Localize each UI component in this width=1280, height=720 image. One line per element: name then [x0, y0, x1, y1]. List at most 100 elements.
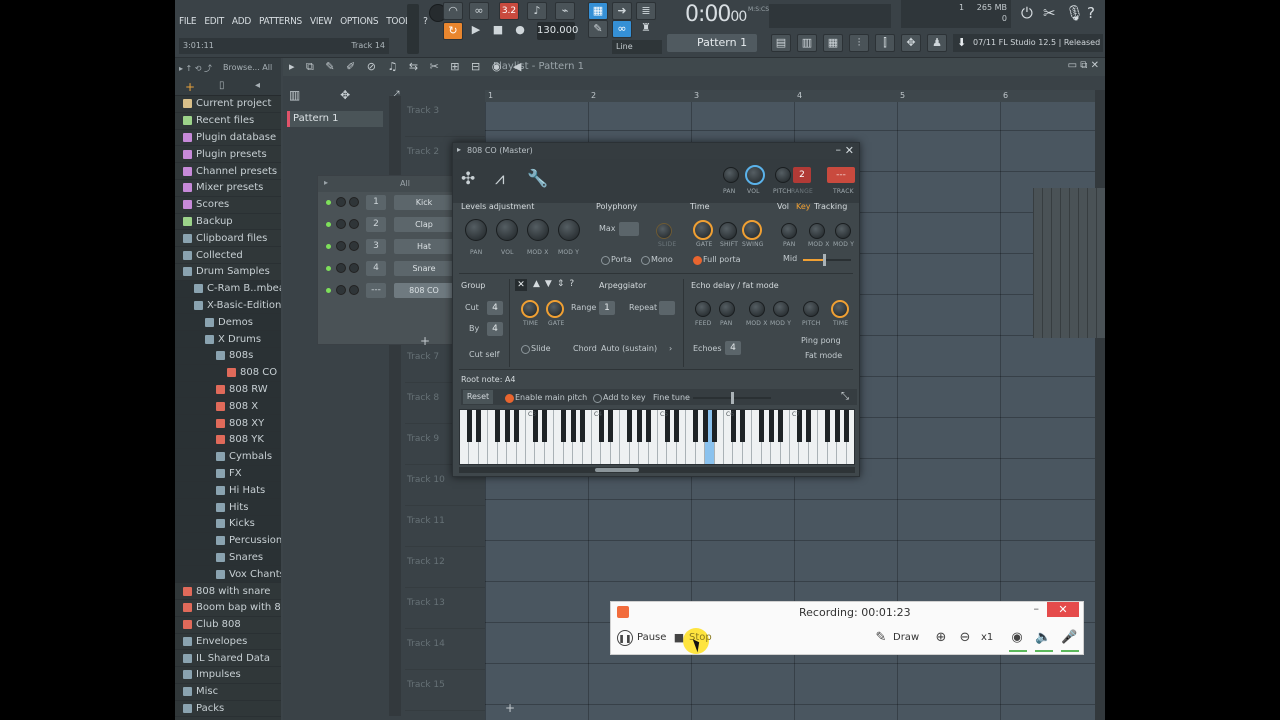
track-header[interactable]: Track 3	[405, 96, 487, 137]
levels-modx-knob[interactable]	[527, 219, 549, 241]
black-key[interactable]	[693, 410, 699, 442]
zoom-in-icon[interactable]: ⊕	[933, 630, 949, 646]
recorder-close-icon[interactable]: ✕	[1047, 602, 1079, 617]
browser-item[interactable]: Scores	[175, 197, 281, 214]
channel-filter[interactable]: All	[400, 179, 410, 188]
channel-pan-knob[interactable]	[336, 263, 346, 273]
brush-icon[interactable]: ✎	[588, 20, 608, 38]
wait-icon[interactable]: ⌁	[555, 2, 575, 20]
echo-feed-knob[interactable]	[695, 301, 711, 317]
help-icon[interactable]: ?	[1087, 4, 1095, 22]
channel-mixer-track[interactable]: 1	[366, 195, 386, 210]
black-key[interactable]	[570, 410, 576, 442]
arp-off-icon[interactable]: ✕	[515, 279, 527, 291]
channel-pan-knob[interactable]	[336, 285, 346, 295]
browser-item[interactable]: Clipboard files	[175, 230, 281, 248]
channel-name-button[interactable]: Snare	[394, 261, 454, 276]
pause-button[interactable]: Pause	[637, 632, 666, 643]
tracking-tab-tracking[interactable]: Tracking	[814, 202, 847, 211]
arp-time-knob[interactable]	[521, 300, 539, 318]
channel-name-button[interactable]: Kick	[394, 195, 454, 210]
levels-vol-knob[interactable]	[496, 219, 518, 241]
fat-mode-toggle[interactable]: Fat mode	[805, 351, 842, 360]
slide-time-knob[interactable]	[656, 223, 672, 239]
reset-button[interactable]: Reset	[463, 390, 493, 404]
group-by-field[interactable]: 4	[487, 322, 503, 336]
arp-chord-selector[interactable]: Auto (sustain)	[601, 344, 657, 353]
channel-led[interactable]	[326, 266, 331, 271]
channel-row[interactable]: 2 Clap	[318, 214, 454, 236]
ping-pong-toggle[interactable]: Ping pong	[801, 336, 841, 345]
black-key[interactable]	[476, 410, 482, 442]
channel-mixer-track[interactable]: 3	[366, 239, 386, 254]
stop-button[interactable]: ■	[488, 22, 508, 40]
browser-item[interactable]: FX	[175, 465, 281, 483]
channel-rack-icon[interactable]: ▦	[823, 34, 843, 52]
browser-item[interactable]: 808 RW	[175, 381, 281, 399]
black-key[interactable]	[504, 410, 510, 442]
piano-roll-icon[interactable]: ▥	[797, 34, 817, 52]
draw-button[interactable]: Draw	[893, 632, 919, 643]
black-key[interactable]	[636, 410, 642, 442]
metronome-tool-icon[interactable]: ♜	[636, 20, 656, 38]
polyphony-max-field[interactable]	[619, 222, 639, 236]
full-porta-option[interactable]: Full porta	[693, 255, 741, 265]
track-header[interactable]: Track 15	[405, 670, 487, 711]
browser-item[interactable]: Hits	[175, 499, 281, 516]
mixer-settings-icon[interactable]: ✂	[1043, 4, 1056, 22]
channel-pan-knob[interactable]	[336, 219, 346, 229]
channel-row[interactable]: 4 Snare	[318, 258, 454, 280]
arrow-right-icon[interactable]: ➜	[612, 2, 632, 20]
black-key[interactable]	[768, 410, 774, 442]
browser-item[interactable]: IL Shared Data	[175, 650, 281, 668]
menu-item-4[interactable]: VIEW	[310, 16, 332, 27]
snap-selector[interactable]: Line	[612, 40, 662, 54]
browser-item[interactable]: Vox Chants	[175, 566, 281, 584]
stop-button[interactable]: Stop	[689, 632, 712, 643]
tracking-mody-knob[interactable]	[835, 223, 851, 239]
enable-main-pitch-option[interactable]: Enable main pitch	[505, 393, 587, 403]
channel-vol-knob[interactable]	[349, 285, 359, 295]
zoom-out-icon[interactable]: ⊖	[957, 630, 973, 646]
browser-item[interactable]: X-Basic-Edition	[175, 297, 281, 315]
browser-filter-label[interactable]: Browse... All	[223, 63, 272, 72]
channel-vol-knob[interactable]	[349, 219, 359, 229]
pattern-list-item[interactable]: Pattern 1	[287, 111, 383, 127]
plugin-close-icon[interactable]: ✕	[845, 144, 854, 157]
browser-item[interactable]: 808 with snare	[175, 583, 281, 600]
browser-item[interactable]: Channel presets	[175, 163, 281, 180]
black-key[interactable]	[844, 410, 850, 442]
track-header[interactable]: Track 13	[405, 588, 487, 629]
browser-item[interactable]: Demos	[175, 314, 281, 332]
browser-nav-icons[interactable]: ▸ ↑ ⟲ ⤴	[179, 63, 212, 74]
channel-name-button[interactable]: 808 CO	[394, 283, 454, 298]
draw-pen-icon[interactable]: ✎	[873, 630, 889, 646]
cut-self-toggle[interactable]: Cut self	[469, 350, 499, 359]
browser-add-icon[interactable]: +	[185, 80, 195, 94]
channel-mixer-track[interactable]: 4	[366, 261, 386, 276]
browser-item[interactable]: 808s	[175, 347, 281, 365]
browser-item[interactable]: Backup	[175, 214, 281, 231]
black-key[interactable]	[712, 410, 718, 442]
browser-item[interactable]: 808 XY	[175, 415, 281, 432]
tracking-pan-knob[interactable]	[781, 223, 797, 239]
black-key[interactable]	[825, 410, 831, 442]
menu-item-5[interactable]: OPTIONS	[340, 16, 378, 27]
browser-copy-icon[interactable]: ▯	[219, 80, 225, 91]
keyboard-icon[interactable]: ≣	[636, 2, 656, 20]
touch-controller-icon[interactable]: ✥	[901, 34, 921, 52]
channel-mixer-track[interactable]: 2	[366, 217, 386, 232]
black-key[interactable]	[580, 410, 586, 442]
root-note-keyboard[interactable]: C3 C4 C5 C6 C7	[459, 409, 855, 465]
arp-direction-icons[interactable]: ▲▼⇕?	[533, 279, 579, 289]
black-key[interactable]	[806, 410, 812, 442]
keyboard-arrow-icon[interactable]: ⤡	[841, 391, 849, 402]
webcam-icon[interactable]: ◉	[1009, 630, 1025, 646]
black-key[interactable]	[627, 410, 633, 442]
mixer-track-selector[interactable]: ---	[827, 167, 855, 183]
song-mode-icon[interactable]: ◠	[443, 2, 463, 20]
channel-vol-knob[interactable]	[349, 241, 359, 251]
arp-gate-knob[interactable]	[546, 300, 564, 318]
channel-vol-knob[interactable]	[349, 197, 359, 207]
channel-mixer-track[interactable]: ---	[366, 283, 386, 298]
